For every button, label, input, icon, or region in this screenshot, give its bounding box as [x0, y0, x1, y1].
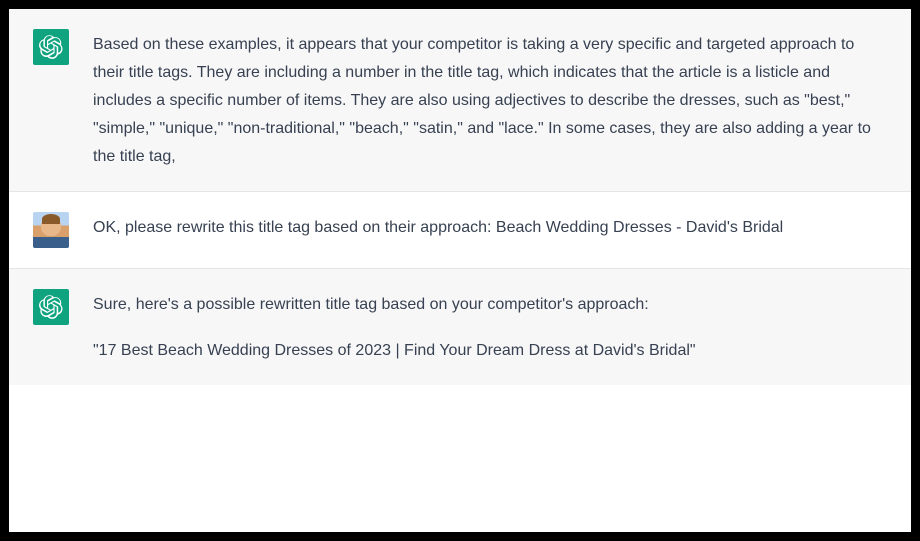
chat-container: Based on these examples, it appears that… — [8, 8, 912, 533]
message-text: OK, please rewrite this title tag based … — [93, 214, 887, 242]
message-user-1: OK, please rewrite this title tag based … — [9, 192, 911, 269]
message-assistant-2: Sure, here's a possible rewritten title … — [9, 269, 911, 385]
chatgpt-logo-icon — [39, 35, 63, 59]
message-assistant-1: Based on these examples, it appears that… — [9, 9, 911, 192]
message-content: Sure, here's a possible rewritten title … — [93, 289, 887, 365]
assistant-avatar — [33, 29, 69, 65]
chat-frame: Based on these examples, it appears that… — [0, 0, 920, 541]
message-text: "17 Best Beach Wedding Dresses of 2023 |… — [93, 337, 887, 365]
message-text: Sure, here's a possible rewritten title … — [93, 291, 887, 319]
message-text: Based on these examples, it appears that… — [93, 31, 887, 171]
chatgpt-logo-icon — [39, 295, 63, 319]
message-content: OK, please rewrite this title tag based … — [93, 212, 887, 248]
assistant-avatar — [33, 289, 69, 325]
user-avatar — [33, 212, 69, 248]
message-content: Based on these examples, it appears that… — [93, 29, 887, 171]
